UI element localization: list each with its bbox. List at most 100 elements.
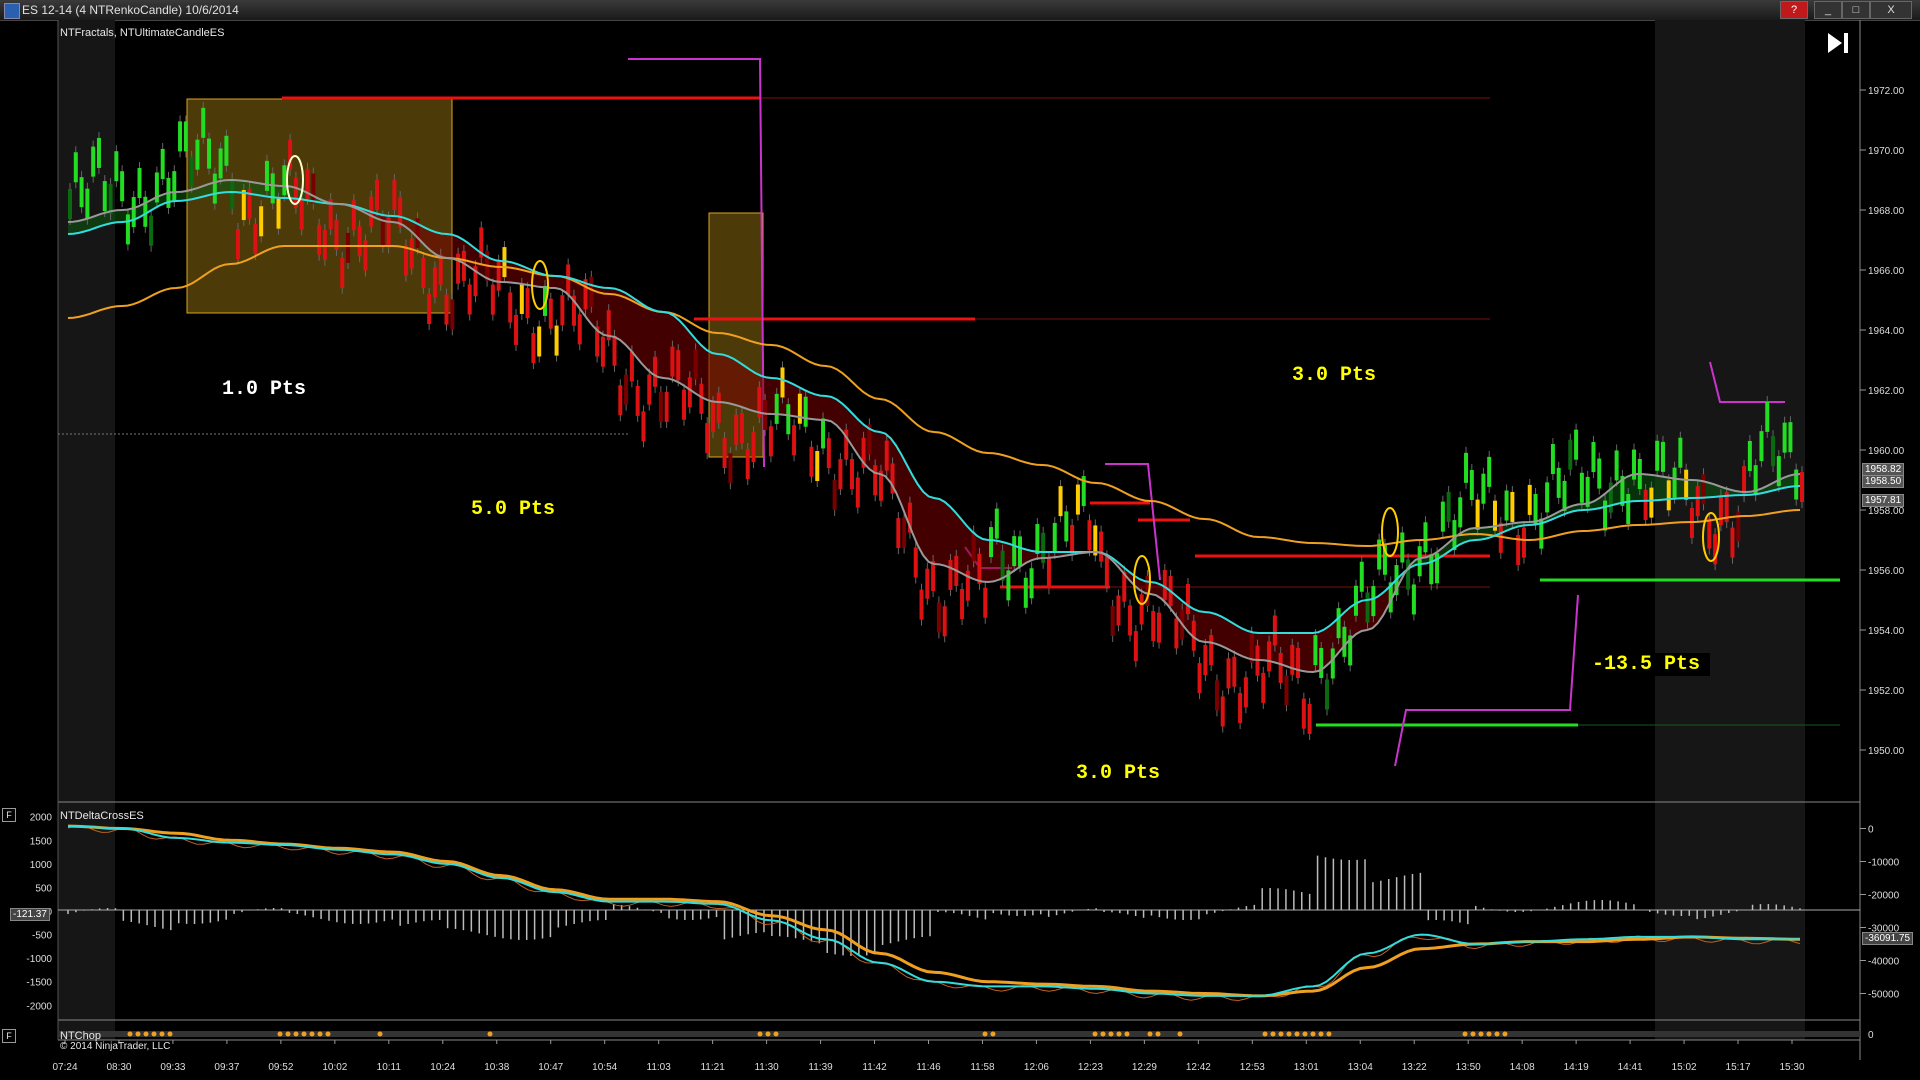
candle [1359, 561, 1364, 592]
candle [1487, 456, 1492, 487]
candle [618, 385, 623, 416]
candle [230, 178, 235, 209]
candle [403, 245, 408, 276]
candle [850, 459, 855, 490]
price-tick-label: 1952.00 [1868, 686, 1905, 697]
chop-dot [135, 1031, 141, 1037]
chop-dot [1108, 1031, 1114, 1037]
candle [392, 179, 397, 210]
candle [1672, 467, 1677, 498]
chop-dot [1116, 1031, 1122, 1037]
price-box-2: 1958.50 [1862, 475, 1905, 488]
candle [983, 587, 988, 618]
candle [1788, 422, 1793, 453]
delta-right-value-box: -36091.75 [1862, 932, 1914, 945]
candle [1290, 644, 1295, 675]
candle [1116, 595, 1121, 626]
candle [1226, 658, 1231, 689]
candle [514, 314, 519, 345]
candle [1232, 656, 1237, 687]
window-title: ES 12-14 (4 NTRenkoCandle) 10/6/2014 [22, 3, 239, 17]
candle [658, 392, 663, 423]
candle [1261, 672, 1266, 703]
time-tick-label: 09:52 [268, 1062, 293, 1073]
candle [1521, 527, 1526, 558]
candle [172, 171, 177, 202]
price-tick-label: 1960.00 [1868, 446, 1905, 457]
chop-dot [757, 1031, 763, 1037]
candle [1220, 696, 1225, 727]
candle [1411, 584, 1416, 615]
time-tick-label: 10:11 [377, 1062, 402, 1073]
candle [832, 479, 837, 510]
chop-dot [1462, 1031, 1468, 1037]
candle [79, 177, 84, 208]
maximize-button[interactable]: □ [1842, 1, 1870, 19]
candle [994, 508, 999, 539]
candle [577, 314, 582, 345]
candle [525, 288, 530, 319]
chop-dot [1478, 1031, 1484, 1037]
delta-left-tick-label: -1500 [26, 978, 52, 989]
time-tick-label: 12:23 [1078, 1062, 1103, 1073]
delta-panel-collapse-icon[interactable]: F [2, 808, 16, 822]
candle [1272, 615, 1277, 646]
chop-dot [151, 1031, 157, 1037]
candle [600, 336, 605, 367]
candle [1296, 648, 1301, 679]
close-button[interactable]: X [1870, 1, 1912, 19]
chop-dot [377, 1031, 383, 1037]
chop-dot [1092, 1031, 1098, 1037]
candle [1689, 508, 1694, 539]
candle [624, 374, 629, 405]
candle [1093, 525, 1098, 556]
annotation-pts-2: 5.0 Pts [471, 498, 556, 521]
time-tick-label: 11:21 [700, 1062, 725, 1073]
candle [1301, 698, 1306, 729]
chop-dot [1310, 1031, 1316, 1037]
delta-left-tick-label: 2000 [30, 813, 53, 824]
price-tick-label: 1964.00 [1868, 326, 1905, 337]
candle [989, 527, 994, 558]
chop-dot [1318, 1031, 1324, 1037]
candle [1440, 501, 1445, 532]
candle [1307, 703, 1312, 734]
candle [311, 173, 316, 204]
skip-to-end-icon[interactable] [1824, 30, 1854, 56]
delta-left-tick-label: -2000 [26, 1001, 52, 1012]
candle [259, 206, 264, 237]
candle [548, 298, 553, 329]
minimize-button[interactable]: _ [1814, 1, 1842, 19]
help-button[interactable]: ? [1780, 1, 1808, 19]
candle [1429, 554, 1434, 585]
candle [1660, 441, 1665, 472]
candle [1730, 527, 1735, 558]
chop-dot [1294, 1031, 1300, 1037]
candle [1110, 605, 1115, 636]
chart-canvas[interactable]: 1972.00 1970.00 1968.00 1966.00 1964.00 1962.… [0, 20, 1920, 1080]
candle [971, 531, 976, 562]
candle [1377, 539, 1382, 570]
candle [183, 121, 188, 152]
candle [722, 437, 727, 468]
session-shade-right [1655, 20, 1805, 1040]
chop-panel-collapse-icon[interactable]: F [2, 1029, 16, 1043]
candle [195, 139, 200, 170]
candle [212, 173, 217, 204]
candle [1000, 550, 1005, 581]
candle [1157, 612, 1162, 643]
candle [450, 299, 455, 330]
candle [1151, 611, 1156, 642]
time-tick-label: 07:24 [52, 1062, 77, 1073]
candle [815, 451, 820, 482]
candle [554, 325, 559, 356]
candle [178, 121, 183, 152]
candle [1458, 497, 1463, 528]
candle [612, 335, 617, 366]
candle [1319, 647, 1324, 678]
candle [201, 107, 206, 138]
candle [821, 418, 826, 449]
candle [1365, 592, 1370, 623]
delta-right-tick-label: -50000 [1868, 990, 1900, 1001]
candle [241, 190, 246, 221]
